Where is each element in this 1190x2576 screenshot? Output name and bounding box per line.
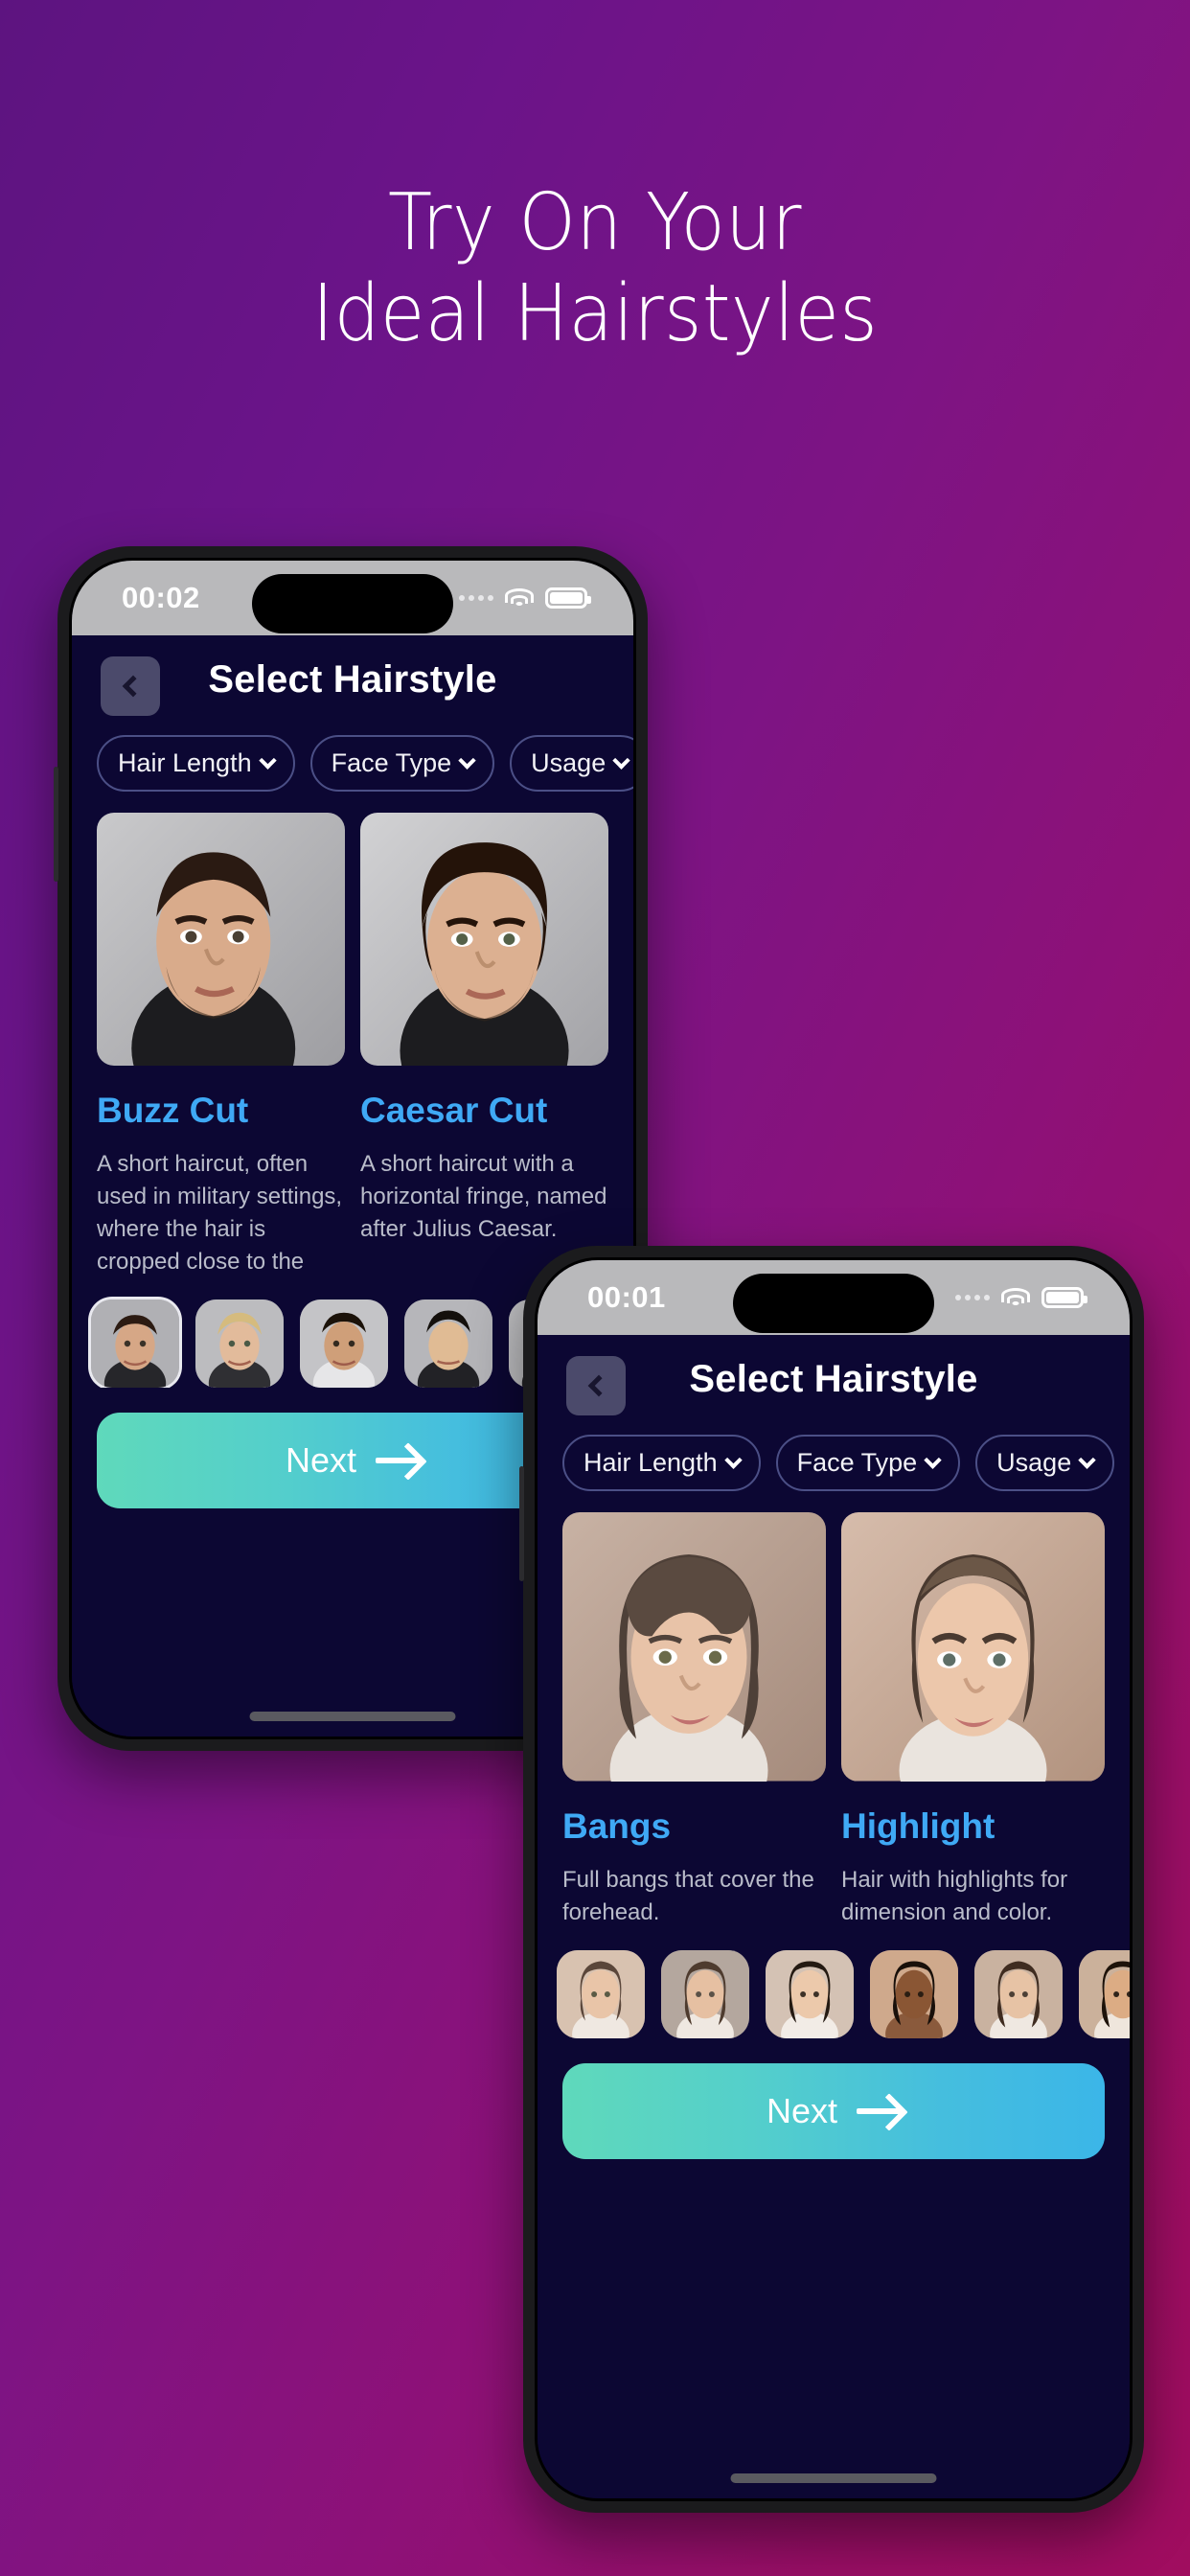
next-button-label: Next (766, 2090, 838, 2130)
next-button-label: Next (285, 1440, 357, 1481)
status-bar: 00:02 (72, 561, 633, 635)
filter-chip-face-type[interactable]: Face Type (309, 735, 495, 792)
hairstyle-description: Hair with highlights for dimension and c… (841, 1866, 1068, 1925)
wifi-icon (504, 586, 535, 610)
arrow-right-icon (857, 2107, 902, 2114)
page-title-line-2: Ideal Hairstyles (311, 268, 879, 360)
status-bar: 00:01 (538, 1260, 1130, 1335)
filter-chip-label: Face Type (331, 748, 452, 777)
screen-title: Select Hairstyle (689, 1358, 978, 1400)
chevron-down-icon (1078, 1451, 1096, 1469)
filter-chip-row: Hair Length Face Type Usage (72, 735, 633, 792)
hairstyle-card[interactable]: Caesar Cut A short haircut with a horizo… (360, 813, 608, 1278)
battery-icon (545, 587, 591, 609)
chevron-down-icon (458, 751, 476, 770)
model-thumbnail[interactable] (195, 1300, 284, 1389)
cellular-signal-icon (459, 595, 493, 601)
filter-chip-label: Hair Length (118, 748, 252, 777)
status-bar-indicators (459, 586, 591, 610)
next-button-container: Next (538, 2038, 1130, 2159)
status-bar-time: 00:02 (122, 581, 200, 614)
hairstyle-card[interactable]: Buzz Cut A short haircut, often used in … (97, 813, 345, 1278)
model-thumbnail-row[interactable] (538, 1929, 1130, 2038)
battery-icon (1041, 1287, 1087, 1308)
hairstyle-name: Highlight (841, 1806, 995, 1846)
filter-chip-label: Face Type (796, 1448, 918, 1477)
hairstyle-card[interactable]: Bangs Full bangs that cover the forehead… (562, 1512, 826, 1929)
hairstyle-description: Full bangs that cover the forehead. (562, 1866, 814, 1925)
hairstyle-description: A short haircut, often used in military … (97, 1151, 343, 1276)
phone-mockup-front: 00:01 Select Hairstyle Hair Length Face … (519, 1246, 1144, 2513)
filter-chip-row: Hair Length Face Type Usage (538, 1435, 1130, 1491)
home-indicator (730, 2473, 937, 2483)
hairstyle-card-grid: Bangs Full bangs that cover the forehead… (538, 1491, 1130, 1929)
app-screen: Select Hairstyle Hair Length Face Type U… (538, 1335, 1130, 2498)
navigation-bar: Select Hairstyle (72, 635, 633, 735)
page-title-line-1: Try On Your (388, 177, 802, 268)
model-thumbnail[interactable] (404, 1300, 492, 1389)
screen-title: Select Hairstyle (208, 658, 497, 701)
hairstyle-photo (97, 813, 345, 1067)
filter-chip-label: Usage (996, 1448, 1072, 1477)
hairstyle-photo (841, 1512, 1105, 1782)
cellular-signal-icon (955, 1295, 990, 1300)
hairstyle-photo (562, 1512, 826, 1782)
model-thumbnail[interactable] (766, 1949, 854, 2038)
filter-chip-usage[interactable]: Usage (975, 1435, 1115, 1491)
filter-chip-usage[interactable]: Usage (510, 735, 633, 792)
hairstyle-name: Buzz Cut (97, 1091, 249, 1131)
phone-screen-front: 00:01 Select Hairstyle Hair Length Face … (535, 1257, 1133, 2501)
model-thumbnail[interactable] (974, 1949, 1063, 2038)
hairstyle-card[interactable]: Highlight Hair with highlights for dimen… (841, 1512, 1105, 1929)
page-title: Try On Your Ideal Hairstyles (48, 177, 1143, 359)
filter-chip-hair-length[interactable]: Hair Length (97, 735, 295, 792)
hairstyle-name: Bangs (562, 1806, 672, 1846)
hairstyle-description: A short haircut with a horizontal fringe… (360, 1151, 607, 1243)
model-thumbnail[interactable] (91, 1300, 179, 1389)
model-thumbnail[interactable] (661, 1949, 749, 2038)
chevron-down-icon (258, 751, 277, 770)
filter-chip-label: Usage (531, 748, 606, 777)
home-indicator (249, 1712, 456, 1721)
dynamic-island (252, 574, 453, 633)
filter-chip-hair-length[interactable]: Hair Length (562, 1435, 761, 1491)
hairstyle-photo (360, 813, 608, 1067)
filter-chip-face-type[interactable]: Face Type (775, 1435, 961, 1491)
navigation-bar: Select Hairstyle (538, 1335, 1130, 1435)
model-thumbnail[interactable] (557, 1949, 645, 2038)
wifi-icon (1000, 1286, 1031, 1309)
chevron-down-icon (723, 1451, 743, 1469)
arrow-right-icon (376, 1458, 421, 1464)
model-thumbnail[interactable] (870, 1949, 958, 2038)
model-thumbnail[interactable] (300, 1300, 388, 1389)
hairstyle-name: Caesar Cut (360, 1091, 548, 1131)
chevron-down-icon (612, 751, 630, 770)
status-bar-time: 00:01 (587, 1280, 666, 1314)
model-thumbnail[interactable] (1079, 1949, 1130, 2038)
filter-chip-label: Hair Length (584, 1448, 718, 1477)
next-button[interactable]: Next (562, 2062, 1105, 2159)
hairstyle-card-grid: Buzz Cut A short haircut, often used in … (72, 792, 633, 1278)
dynamic-island (733, 1274, 934, 1333)
status-bar-indicators (955, 1286, 1087, 1309)
chevron-down-icon (924, 1451, 942, 1469)
